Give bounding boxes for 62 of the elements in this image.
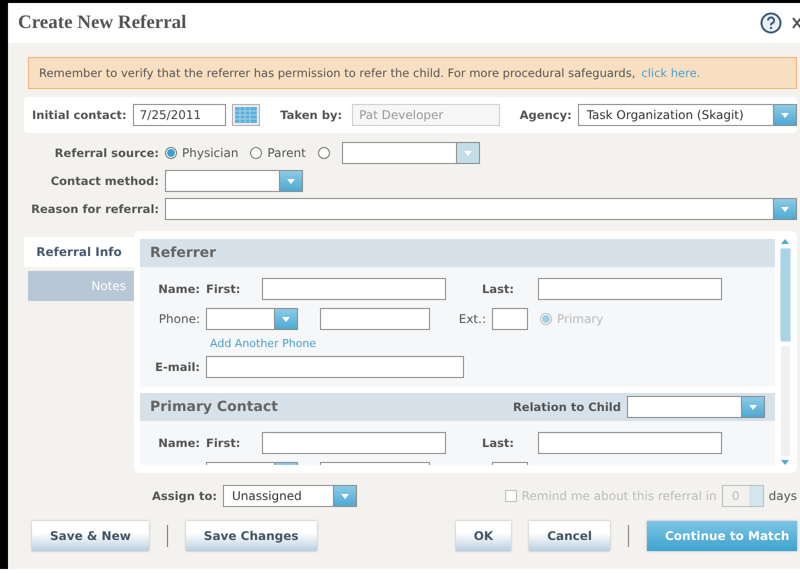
action-button[interactable]: Save Changes xyxy=(186,521,317,551)
input-field[interactable] xyxy=(262,432,446,454)
dropdown[interactable] xyxy=(206,308,298,330)
radio-label: Primary xyxy=(557,312,604,326)
input-field[interactable] xyxy=(320,308,430,330)
section-title: Primary Contact xyxy=(150,399,278,415)
field-label: First: xyxy=(206,282,242,296)
field-label: Assign to: xyxy=(152,489,217,503)
radio-button[interactable] xyxy=(165,147,177,159)
scroll-up-icon[interactable] xyxy=(781,239,789,244)
field-label: Taken by: xyxy=(280,108,342,122)
scroll-down-icon[interactable] xyxy=(781,460,789,465)
field-label: E-mail: xyxy=(154,360,200,374)
dropdown[interactable] xyxy=(342,142,480,164)
unit-label: days xyxy=(768,489,797,503)
window-title: Create New Referral xyxy=(18,12,188,34)
caret-icon xyxy=(781,112,789,118)
checkbox-label: Remind me about this referral in xyxy=(522,489,717,503)
radio-label: Parent xyxy=(267,146,306,160)
field-label: Initial contact: xyxy=(32,108,127,122)
field-label: Reason for referral: xyxy=(30,202,159,216)
field-label: Last: xyxy=(482,282,516,296)
field-label: Agency: xyxy=(520,108,572,122)
help-icon[interactable] xyxy=(760,12,782,34)
date-field[interactable]: 7/25/2011 xyxy=(132,104,226,126)
caret-icon xyxy=(464,150,472,156)
input-field[interactable] xyxy=(538,278,722,300)
field-label: Ext.: xyxy=(458,312,486,326)
action-button[interactable]: OK xyxy=(456,521,512,551)
field-label: Last: xyxy=(482,436,516,450)
caret-icon xyxy=(749,404,757,410)
input-field[interactable] xyxy=(262,278,446,300)
radio-button[interactable] xyxy=(318,147,330,159)
close-icon[interactable] xyxy=(792,17,800,29)
notice-text: Remember to verify that the referrer has permission to refer the child. For more procedural safeguards, xyxy=(39,66,636,80)
caret-icon xyxy=(340,494,349,498)
dropdown[interactable]: Task Organization (Skagit) xyxy=(578,104,797,126)
dropdown[interactable]: Unassigned xyxy=(222,485,357,507)
dropdown[interactable] xyxy=(165,170,303,192)
dropdown[interactable] xyxy=(627,396,765,418)
caret-icon xyxy=(287,178,295,184)
field-label: Contact method: xyxy=(50,174,159,188)
input-field[interactable] xyxy=(492,308,528,330)
tab[interactable]: Referral Info xyxy=(24,237,134,267)
section-title: Referrer xyxy=(150,245,216,261)
caret-icon xyxy=(282,316,290,322)
radio-button[interactable] xyxy=(250,147,262,159)
action-button[interactable]: Save & New xyxy=(32,521,149,551)
field-label: Name: xyxy=(157,436,200,450)
radio-label: Physician xyxy=(182,146,238,160)
field-label: Name: xyxy=(157,282,200,296)
field-label: First: xyxy=(206,436,242,450)
field-label: Referral source: xyxy=(54,146,159,160)
input-field[interactable] xyxy=(538,432,722,454)
field-label: Phone: xyxy=(158,312,200,326)
scrollbar[interactable] xyxy=(779,239,791,465)
input-field[interactable] xyxy=(206,356,464,378)
calendar-icon[interactable] xyxy=(232,104,260,126)
field-label: Relation to Child xyxy=(512,400,621,414)
caret-icon xyxy=(781,206,789,212)
action-button[interactable]: Cancel xyxy=(529,521,610,551)
dropdown[interactable] xyxy=(165,198,797,220)
